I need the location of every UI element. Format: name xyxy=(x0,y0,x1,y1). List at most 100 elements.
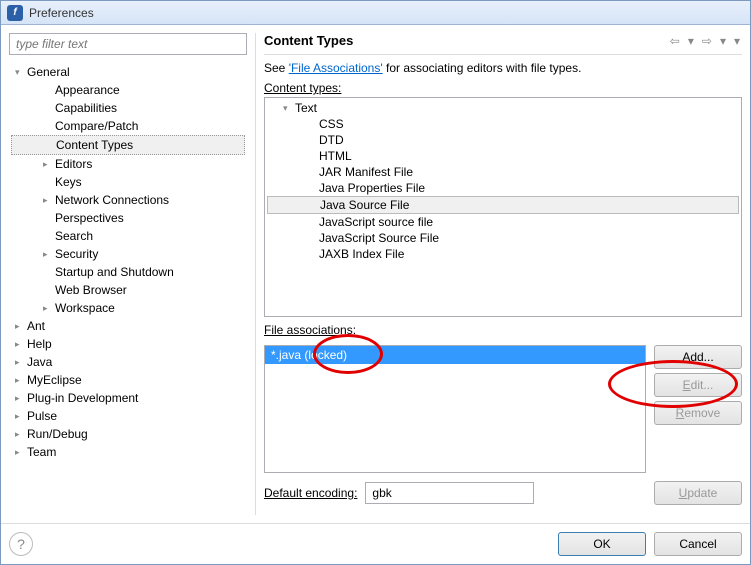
filter-input[interactable] xyxy=(9,33,247,55)
expand-icon[interactable]: ▸ xyxy=(43,249,55,260)
nav-item-label: Java xyxy=(27,355,52,369)
app-icon: f xyxy=(7,5,23,21)
content-type-label: JavaScript Source File xyxy=(319,231,439,245)
expand-icon[interactable]: ▸ xyxy=(15,375,27,386)
expand-icon[interactable]: ▸ xyxy=(15,321,27,332)
nav-item[interactable]: Appearance xyxy=(11,81,245,99)
file-associations-list[interactable]: *.java (locked) xyxy=(264,345,646,473)
encoding-input[interactable] xyxy=(365,482,534,504)
nav-item[interactable]: Perspectives xyxy=(11,209,245,227)
content-panel: Content Types ⇦ ▾ ⇨ ▾ ▾ See 'File Associ… xyxy=(255,33,742,515)
intro-pre: See xyxy=(264,61,289,75)
back-icon[interactable]: ⇦ xyxy=(668,34,682,48)
remove-button[interactable]: Remove xyxy=(654,401,742,425)
preferences-window: f Preferences ▾General Appearance Capabili… xyxy=(0,0,751,565)
nav-item-label: Plug-in Development xyxy=(27,391,138,405)
nav-item-label: Help xyxy=(27,337,52,351)
content-type-label: Java Properties File xyxy=(319,181,425,195)
expand-icon[interactable]: ▸ xyxy=(15,357,27,368)
update-button[interactable]: Update xyxy=(654,481,742,505)
nav-item-label: Compare/Patch xyxy=(55,119,138,133)
content-type-item[interactable]: HTML xyxy=(267,148,739,164)
titlebar: f Preferences xyxy=(1,1,750,25)
edit-button[interactable]: Edit... xyxy=(654,373,742,397)
expand-icon[interactable]: ▸ xyxy=(15,339,27,350)
menu-icon[interactable]: ▾ xyxy=(732,34,742,48)
content-types-label: Content types: xyxy=(264,81,742,95)
add-button[interactable]: Add... xyxy=(654,345,742,369)
dialog-footer: ? OK Cancel xyxy=(1,523,750,564)
content-type-item[interactable]: JAXB Index File xyxy=(267,246,739,262)
expand-icon[interactable]: ▸ xyxy=(15,429,27,440)
nav-item[interactable]: ▸Help xyxy=(11,335,245,353)
collapse-icon[interactable]: ▾ xyxy=(15,67,27,78)
nav-item-label: Web Browser xyxy=(55,283,127,297)
ok-button[interactable]: OK xyxy=(558,532,646,556)
nav-item[interactable]: ▸Plug-in Development xyxy=(11,389,245,407)
forward-menu-icon[interactable]: ▾ xyxy=(718,34,728,48)
nav-item[interactable]: ▸MyEclipse xyxy=(11,371,245,389)
nav-item-label: Network Connections xyxy=(55,193,169,207)
nav-item[interactable]: Content Types xyxy=(11,135,245,155)
file-associations-label: File associations: xyxy=(264,323,742,337)
content-type-item[interactable]: JAR Manifest File xyxy=(267,164,739,180)
encoding-label: Default encoding: xyxy=(264,486,357,500)
nav-item[interactable]: ▸Workspace xyxy=(11,299,245,317)
nav-item[interactable]: Keys xyxy=(11,173,245,191)
content-type-label: JavaScript source file xyxy=(319,215,433,229)
content-type-label: JAXB Index File xyxy=(319,247,404,261)
nav-item[interactable]: ▸Network Connections xyxy=(11,191,245,209)
expand-icon[interactable]: ▸ xyxy=(43,159,55,170)
content-type-label: JAR Manifest File xyxy=(319,165,413,179)
content-type-item[interactable]: ▾Text xyxy=(267,100,739,116)
expand-icon[interactable]: ▸ xyxy=(15,447,27,458)
back-menu-icon[interactable]: ▾ xyxy=(686,34,696,48)
nav-panel: ▾General Appearance Capabilities Compare/Pa… xyxy=(9,33,247,515)
expand-icon[interactable]: ▸ xyxy=(15,411,27,422)
history-nav: ⇦ ▾ ⇨ ▾ ▾ xyxy=(668,34,742,48)
content-type-item[interactable]: CSS xyxy=(267,116,739,132)
nav-item[interactable]: ▸Editors xyxy=(11,155,245,173)
expand-icon[interactable]: ▸ xyxy=(15,393,27,404)
nav-item-label: Workspace xyxy=(55,301,115,315)
nav-item[interactable]: Search xyxy=(11,227,245,245)
nav-item[interactable]: ▸Java xyxy=(11,353,245,371)
nav-item[interactable]: Compare/Patch xyxy=(11,117,245,135)
expand-icon[interactable]: ▸ xyxy=(43,303,55,314)
nav-item[interactable]: Capabilities xyxy=(11,99,245,117)
help-icon[interactable]: ? xyxy=(9,532,33,556)
nav-item[interactable]: Web Browser xyxy=(11,281,245,299)
nav-item[interactable]: ▾General xyxy=(11,63,245,81)
nav-item[interactable]: ▸Security xyxy=(11,245,245,263)
nav-item-label: Startup and Shutdown xyxy=(55,265,174,279)
content-type-label: Text xyxy=(295,101,317,115)
nav-item-label: MyEclipse xyxy=(27,373,82,387)
nav-item[interactable]: ▸Ant xyxy=(11,317,245,335)
forward-icon[interactable]: ⇨ xyxy=(700,34,714,48)
content-type-item[interactable]: Java Properties File xyxy=(267,180,739,196)
expand-icon[interactable]: ▸ xyxy=(43,195,55,206)
nav-item[interactable]: Startup and Shutdown xyxy=(11,263,245,281)
expand-icon: ▾ xyxy=(283,103,295,114)
nav-tree[interactable]: ▾General Appearance Capabilities Compare/Pa… xyxy=(9,61,247,515)
content-type-label: CSS xyxy=(319,117,344,131)
content-type-item[interactable]: JavaScript source file xyxy=(267,214,739,230)
nav-item-label: Keys xyxy=(55,175,82,189)
nav-item-label: Perspectives xyxy=(55,211,124,225)
content-type-label: DTD xyxy=(319,133,344,147)
nav-item-label: Editors xyxy=(55,157,92,171)
nav-item[interactable]: ▸Run/Debug xyxy=(11,425,245,443)
nav-item-label: Pulse xyxy=(27,409,57,423)
content-type-item[interactable]: Java Source File xyxy=(267,196,739,214)
content-type-item[interactable]: DTD xyxy=(267,132,739,148)
cancel-button[interactable]: Cancel xyxy=(654,532,742,556)
nav-item[interactable]: ▸Pulse xyxy=(11,407,245,425)
content-types-tree[interactable]: ▾TextCSS DTDHTMLJAR Manifest File Java Pro… xyxy=(264,97,742,317)
nav-item-label: Ant xyxy=(27,319,45,333)
content-type-item[interactable]: JavaScript Source File xyxy=(267,230,739,246)
file-associations-link[interactable]: 'File Associations' xyxy=(289,61,383,75)
nav-item-label: Appearance xyxy=(55,83,120,97)
nav-item[interactable]: ▸Team xyxy=(11,443,245,461)
file-association-item[interactable]: *.java (locked) xyxy=(265,346,645,364)
nav-item-label: Security xyxy=(55,247,98,261)
